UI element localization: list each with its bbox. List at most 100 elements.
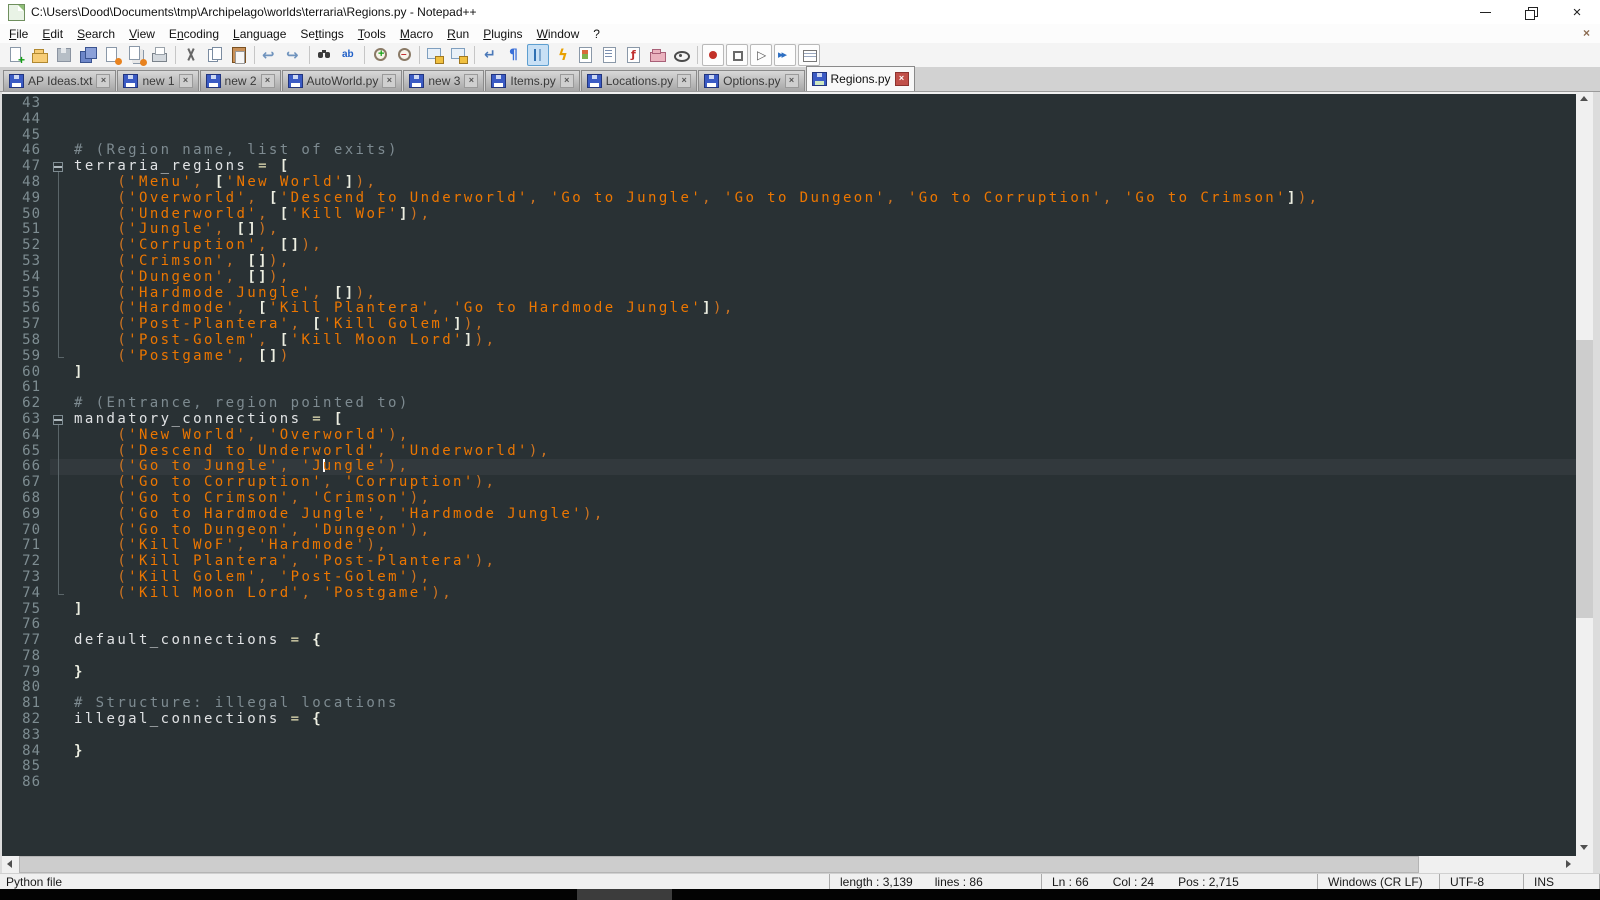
code-line[interactable]: 82illegal_connections = { [2, 712, 1576, 728]
close-button[interactable]: × [1554, 0, 1600, 24]
code-line[interactable]: 83 [2, 728, 1576, 744]
menu-encoding[interactable]: Encoding [162, 25, 226, 43]
tab-items-py[interactable]: Items.py× [485, 70, 579, 91]
code-line[interactable]: 44 [2, 112, 1576, 128]
code-line[interactable]: 49 ('Overworld', ['Descend to Underworld… [2, 191, 1576, 207]
status-insert-mode[interactable]: INS [1524, 874, 1600, 889]
menu-search[interactable]: Search [70, 25, 122, 43]
code-line[interactable]: 66 ('Go to Jungle', 'Jungle'), [2, 459, 1576, 475]
tab-new-1[interactable]: new 1× [117, 70, 198, 91]
tab-close-icon[interactable]: × [785, 74, 799, 88]
folder-as-workspace-icon[interactable] [647, 44, 669, 66]
function-list-icon[interactable] [623, 44, 645, 66]
close-file-icon[interactable] [101, 44, 123, 66]
show-all-characters-icon[interactable] [503, 44, 525, 66]
menu-file[interactable]: File [2, 25, 35, 43]
code-line[interactable]: 80 [2, 680, 1576, 696]
paste-icon[interactable] [228, 44, 250, 66]
menu-plugins[interactable]: Plugins [476, 25, 529, 43]
fold-marker-icon[interactable] [50, 412, 68, 428]
tab-close-icon[interactable]: × [560, 74, 574, 88]
code-line[interactable]: 45 [2, 128, 1576, 144]
code-line[interactable]: 84} [2, 744, 1576, 760]
code-line[interactable]: 58 ('Post-Golem', ['Kill Moon Lord']), [2, 333, 1576, 349]
code-line[interactable]: 65 ('Descend to Underworld', 'Underworld… [2, 444, 1576, 460]
vertical-scrollbar-thumb[interactable] [1576, 340, 1593, 618]
menu-edit[interactable]: Edit [35, 25, 70, 43]
code-line[interactable]: 64 ('New World', 'Overworld'), [2, 428, 1576, 444]
code-line[interactable]: 56 ('Hardmode', ['Kill Plantera', 'Go to… [2, 301, 1576, 317]
tab-options-py[interactable]: Options.py× [698, 70, 804, 91]
macro-play-icon[interactable] [750, 44, 772, 66]
redo-icon[interactable] [283, 44, 305, 66]
code-line[interactable]: 51 ('Jungle', []), [2, 222, 1576, 238]
code-line[interactable]: 72 ('Kill Plantera', 'Post-Plantera'), [2, 554, 1576, 570]
editor[interactable]: 43444546# (Region name, list of exits)47… [0, 92, 1600, 856]
menu-settings[interactable]: Settings [293, 25, 350, 43]
scroll-right-icon[interactable] [1559, 856, 1576, 873]
code-line[interactable]: 57 ('Post-Plantera', ['Kill Golem']), [2, 317, 1576, 333]
code-line[interactable]: 54 ('Dungeon', []), [2, 270, 1576, 286]
close-document-icon[interactable]: × [1583, 26, 1590, 40]
tab-autoworld-py[interactable]: AutoWorld.py× [282, 70, 403, 91]
code-line[interactable]: 67 ('Go to Corruption', 'Corruption'), [2, 475, 1576, 491]
replace-icon[interactable] [338, 44, 360, 66]
code-line[interactable]: 61 [2, 380, 1576, 396]
tab-new-3[interactable]: new 3× [403, 70, 484, 91]
document-map-icon[interactable] [575, 44, 597, 66]
code-line[interactable]: 79} [2, 665, 1576, 681]
macro-stop-icon[interactable] [726, 44, 748, 66]
menu-window[interactable]: Window [530, 25, 587, 43]
scroll-left-icon[interactable] [2, 856, 19, 873]
code-line[interactable]: 77default_connections = { [2, 633, 1576, 649]
code-line[interactable]: 81# Structure: illegal locations [2, 696, 1576, 712]
tab-close-icon[interactable]: × [179, 74, 193, 88]
save-all-icon[interactable] [77, 44, 99, 66]
code-line[interactable]: 43 [2, 96, 1576, 112]
code-line[interactable]: 52 ('Corruption', []), [2, 238, 1576, 254]
code-line[interactable]: 55 ('Hardmode Jungle', []), [2, 286, 1576, 302]
open-file-icon[interactable] [29, 44, 51, 66]
code-line[interactable]: 53 ('Crimson', []), [2, 254, 1576, 270]
code-line[interactable]: 69 ('Go to Hardmode Jungle', 'Hardmode J… [2, 507, 1576, 523]
tab-close-icon[interactable]: × [677, 74, 691, 88]
sync-vertical-scroll-icon[interactable] [424, 44, 446, 66]
menu-run[interactable]: Run [440, 25, 476, 43]
tab-locations-py[interactable]: Locations.py× [581, 70, 697, 91]
menu-[interactable]: ? [586, 25, 607, 43]
shortcut-mapper-icon[interactable] [551, 44, 573, 66]
fold-marker-icon[interactable] [50, 159, 68, 175]
code-line[interactable]: 73 ('Kill Golem', 'Post-Golem'), [2, 570, 1576, 586]
tab-close-icon[interactable]: × [464, 74, 478, 88]
sync-horizontal-scroll-icon[interactable] [448, 44, 470, 66]
menu-view[interactable]: View [122, 25, 162, 43]
menu-macro[interactable]: Macro [393, 25, 440, 43]
code-line[interactable]: 76 [2, 617, 1576, 633]
menu-language[interactable]: Language [226, 25, 293, 43]
code-line[interactable]: 50 ('Underworld', ['Kill WoF']), [2, 207, 1576, 223]
save-icon[interactable] [53, 44, 75, 66]
code-line[interactable]: 47terraria_regions = [ [2, 159, 1576, 175]
tab-regions-py[interactable]: Regions.py× [806, 66, 915, 91]
code-line[interactable]: 75] [2, 602, 1576, 618]
status-encoding[interactable]: UTF-8 [1440, 874, 1524, 889]
tab-new-2[interactable]: new 2× [200, 70, 281, 91]
code-line[interactable]: 85 [2, 759, 1576, 775]
code-line[interactable]: 71 ('Kill WoF', 'Hardmode'), [2, 538, 1576, 554]
code-line[interactable]: 68 ('Go to Crimson', 'Crimson'), [2, 491, 1576, 507]
tab-close-icon[interactable]: × [96, 74, 110, 88]
tab-close-icon[interactable]: × [382, 74, 396, 88]
cut-icon[interactable] [180, 44, 202, 66]
new-file-icon[interactable] [5, 44, 27, 66]
tab-close-icon[interactable]: × [261, 74, 275, 88]
print-icon[interactable] [149, 44, 171, 66]
restore-button[interactable] [1508, 0, 1554, 24]
code-line[interactable]: 46# (Region name, list of exits) [2, 143, 1576, 159]
find-icon[interactable] [314, 44, 336, 66]
code-line[interactable]: 74 ('Kill Moon Lord', 'Postgame'), [2, 586, 1576, 602]
copy-icon[interactable] [204, 44, 226, 66]
vertical-scrollbar[interactable] [1576, 92, 1593, 856]
zoom-in-icon[interactable] [369, 44, 391, 66]
show-indent-guide-icon[interactable] [527, 44, 549, 66]
code-line[interactable]: 63mandatory_connections = [ [2, 412, 1576, 428]
